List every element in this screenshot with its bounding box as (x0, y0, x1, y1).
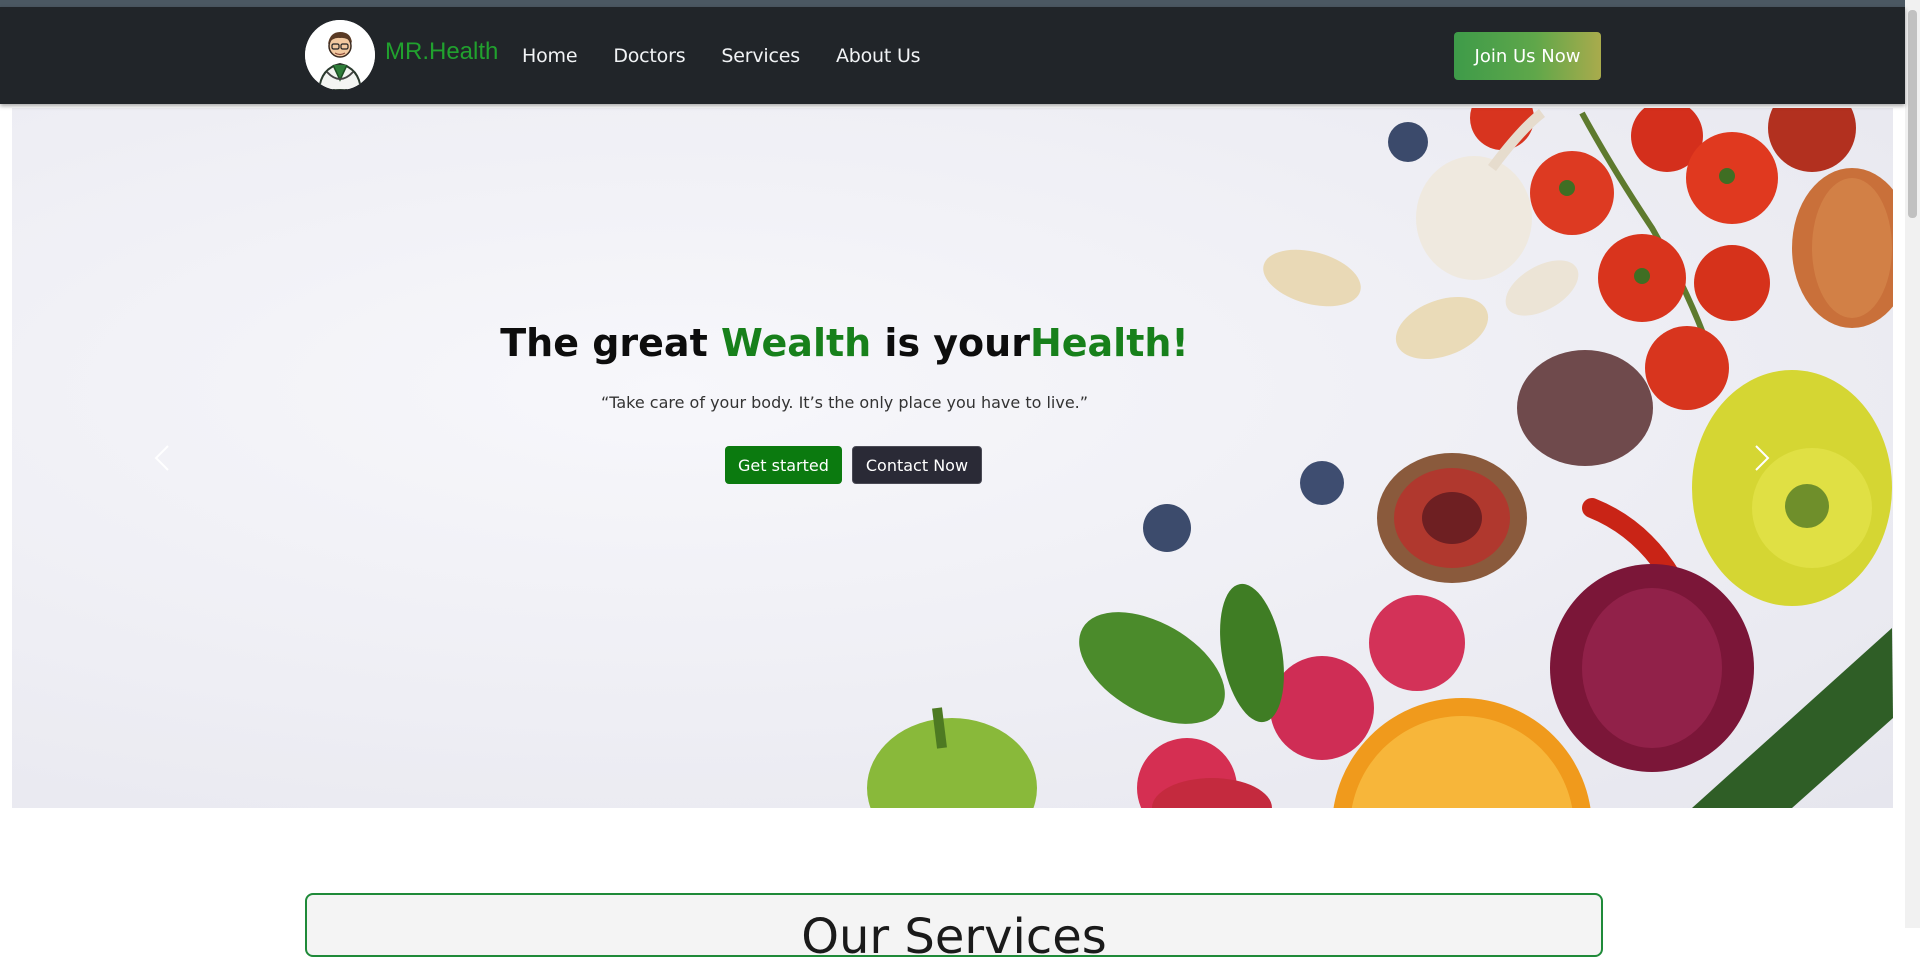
brand[interactable]: MR.Health (305, 20, 498, 90)
doctor-avatar-icon (305, 20, 375, 90)
headline-highlight-health: Health! (1029, 321, 1189, 365)
headline-text: The great (500, 321, 721, 365)
services-section: Our Services (305, 893, 1603, 957)
scrollbar-thumb[interactable] (1908, 10, 1917, 218)
get-started-button[interactable]: Get started (725, 446, 842, 484)
nav-link-about-us[interactable]: About Us (836, 45, 921, 67)
navbar: MR.Health Home Doctors Services About Us… (0, 7, 1905, 104)
nav-link-doctors[interactable]: Doctors (613, 45, 685, 67)
nav-link-services[interactable]: Services (721, 45, 800, 67)
chevron-right-icon[interactable] (1742, 438, 1782, 478)
hero-headline: The great Wealth is yourHealth! (12, 321, 1677, 365)
browser-top-strip (0, 0, 1905, 7)
brand-name[interactable]: MR.Health (385, 38, 498, 66)
contact-now-button[interactable]: Contact Now (851, 446, 983, 484)
services-title: Our Services (801, 909, 1107, 957)
nav-link-home[interactable]: Home (522, 45, 578, 67)
hero-carousel: The great Wealth is yourHealth! “Take ca… (12, 108, 1893, 808)
headline-highlight-wealth: Wealth (720, 321, 872, 365)
hero-quote: “Take care of your body. It’s the only p… (600, 393, 1089, 412)
nav-links: Home Doctors Services About Us (522, 45, 956, 67)
hero-buttons: Get started Contact Now (725, 446, 983, 484)
headline-text: is your (871, 321, 1030, 365)
join-us-button[interactable]: Join Us Now (1454, 32, 1601, 80)
chevron-left-icon[interactable] (142, 438, 182, 478)
page-scrollbar[interactable] (1905, 0, 1920, 928)
